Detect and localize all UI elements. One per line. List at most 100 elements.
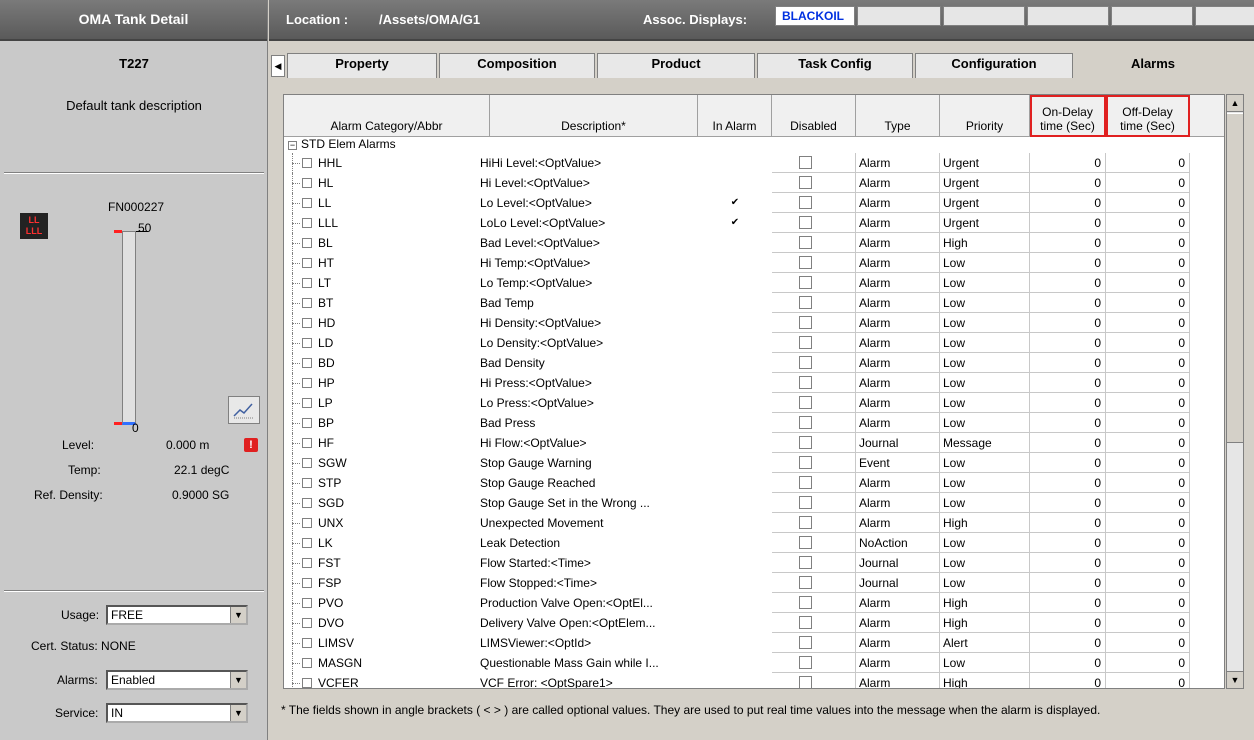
table-row[interactable]: UNX Unexpected Movement Alarm High 0 0 <box>284 513 1224 533</box>
tab-configuration[interactable]: Configuration <box>915 53 1073 78</box>
off-delay-value[interactable]: 0 <box>1106 193 1190 213</box>
table-row[interactable]: BT Bad Temp Alarm Low 0 0 <box>284 293 1224 313</box>
off-delay-value[interactable]: 0 <box>1106 313 1190 333</box>
off-delay-value[interactable]: 0 <box>1106 173 1190 193</box>
table-row[interactable]: SGW Stop Gauge Warning Event Low 0 0 <box>284 453 1224 473</box>
on-delay-value[interactable]: 0 <box>1030 593 1106 613</box>
table-row[interactable]: HL Hi Level:<OptValue> Alarm Urgent 0 0 <box>284 173 1224 193</box>
on-delay-value[interactable]: 0 <box>1030 173 1106 193</box>
tree-node-icon[interactable] <box>302 338 312 348</box>
alarm-type[interactable]: Alarm <box>856 153 940 173</box>
on-delay-value[interactable]: 0 <box>1030 673 1106 688</box>
assoc-display-slot[interactable] <box>1111 6 1193 26</box>
alarm-priority[interactable]: Low <box>940 393 1030 413</box>
disabled-checkbox[interactable] <box>799 296 812 309</box>
on-delay-value[interactable]: 0 <box>1030 153 1106 173</box>
on-delay-value[interactable]: 0 <box>1030 493 1106 513</box>
tree-node-icon[interactable] <box>302 218 312 228</box>
table-row[interactable]: DVO Delivery Valve Open:<OptElem... Alar… <box>284 613 1224 633</box>
alarm-priority[interactable]: High <box>940 593 1030 613</box>
table-row[interactable]: PVO Production Valve Open:<OptEl... Alar… <box>284 593 1224 613</box>
disabled-checkbox[interactable] <box>799 496 812 509</box>
tree-node-icon[interactable] <box>302 318 312 328</box>
tree-node-icon[interactable] <box>302 678 312 688</box>
alarm-type[interactable]: Alarm <box>856 593 940 613</box>
vertical-scrollbar[interactable]: ▲ ▼ <box>1226 94 1244 689</box>
tree-node-icon[interactable] <box>302 178 312 188</box>
off-delay-value[interactable]: 0 <box>1106 413 1190 433</box>
alarm-priority[interactable]: High <box>940 233 1030 253</box>
off-delay-value[interactable]: 0 <box>1106 593 1190 613</box>
disabled-checkbox[interactable] <box>799 356 812 369</box>
alarm-priority[interactable]: Urgent <box>940 193 1030 213</box>
table-row[interactable]: VCFER VCF Error: <OptSpare1> Alarm High … <box>284 673 1224 688</box>
usage-select[interactable]: FREE ▼ <box>106 605 248 625</box>
off-delay-value[interactable]: 0 <box>1106 553 1190 573</box>
off-delay-value[interactable]: 0 <box>1106 533 1190 553</box>
off-delay-value[interactable]: 0 <box>1106 373 1190 393</box>
off-delay-value[interactable]: 0 <box>1106 333 1190 353</box>
tree-node-icon[interactable] <box>302 378 312 388</box>
scroll-down-icon[interactable]: ▼ <box>1227 671 1243 688</box>
alarm-priority[interactable]: Low <box>940 313 1030 333</box>
alarm-type[interactable]: NoAction <box>856 533 940 553</box>
alarm-priority[interactable]: Urgent <box>940 153 1030 173</box>
alarm-type[interactable]: Alarm <box>856 293 940 313</box>
tree-node-icon[interactable] <box>302 158 312 168</box>
on-delay-value[interactable]: 0 <box>1030 213 1106 233</box>
col-disabled[interactable]: Disabled <box>772 95 856 137</box>
tab-task-config[interactable]: Task Config <box>757 53 913 78</box>
disabled-checkbox[interactable] <box>799 216 812 229</box>
disabled-checkbox[interactable] <box>799 156 812 169</box>
alarm-priority[interactable]: Low <box>940 413 1030 433</box>
off-delay-value[interactable]: 0 <box>1106 653 1190 673</box>
tree-node-icon[interactable] <box>302 578 312 588</box>
collapse-icon[interactable]: − <box>288 141 297 150</box>
col-description[interactable]: Description* <box>490 95 698 137</box>
on-delay-value[interactable]: 0 <box>1030 333 1106 353</box>
off-delay-value[interactable]: 0 <box>1106 253 1190 273</box>
tab-composition[interactable]: Composition <box>439 53 595 78</box>
table-row[interactable]: LLL LoLo Level:<OptValue> ✔ Alarm Urgent… <box>284 213 1224 233</box>
alarm-type[interactable]: Alarm <box>856 193 940 213</box>
disabled-checkbox[interactable] <box>799 436 812 449</box>
alarm-priority[interactable]: High <box>940 513 1030 533</box>
alarm-priority[interactable]: Low <box>940 293 1030 313</box>
table-row[interactable]: LIMSV LIMSViewer:<OptId> Alarm Alert 0 0 <box>284 633 1224 653</box>
alarm-priority[interactable]: Alert <box>940 633 1030 653</box>
tree-node-icon[interactable] <box>302 398 312 408</box>
off-delay-value[interactable]: 0 <box>1106 393 1190 413</box>
off-delay-value[interactable]: 0 <box>1106 513 1190 533</box>
disabled-checkbox[interactable] <box>799 556 812 569</box>
on-delay-value[interactable]: 0 <box>1030 353 1106 373</box>
alarm-priority[interactable]: Low <box>940 353 1030 373</box>
alarm-type[interactable]: Journal <box>856 573 940 593</box>
tree-node-icon[interactable] <box>302 298 312 308</box>
alarm-type[interactable]: Event <box>856 453 940 473</box>
alarm-priority[interactable]: Low <box>940 653 1030 673</box>
col-on-delay[interactable]: On-Delay time (Sec) <box>1030 95 1106 137</box>
off-delay-value[interactable]: 0 <box>1106 613 1190 633</box>
alarm-type[interactable]: Alarm <box>856 233 940 253</box>
table-row[interactable]: BL Bad Level:<OptValue> Alarm High 0 0 <box>284 233 1224 253</box>
alarm-type[interactable]: Alarm <box>856 473 940 493</box>
on-delay-value[interactable]: 0 <box>1030 293 1106 313</box>
tree-node-icon[interactable] <box>302 258 312 268</box>
table-row[interactable]: LL Lo Level:<OptValue> ✔ Alarm Urgent 0 … <box>284 193 1224 213</box>
tree-node-icon[interactable] <box>302 638 312 648</box>
table-row[interactable]: SGD Stop Gauge Set in the Wrong ... Alar… <box>284 493 1224 513</box>
on-delay-value[interactable]: 0 <box>1030 273 1106 293</box>
table-row[interactable]: HP Hi Press:<OptValue> Alarm Low 0 0 <box>284 373 1224 393</box>
tree-node-icon[interactable] <box>302 598 312 608</box>
off-delay-value[interactable]: 0 <box>1106 453 1190 473</box>
alarm-type[interactable]: Alarm <box>856 653 940 673</box>
table-row[interactable]: BD Bad Density Alarm Low 0 0 <box>284 353 1224 373</box>
on-delay-value[interactable]: 0 <box>1030 573 1106 593</box>
alarm-type[interactable]: Alarm <box>856 513 940 533</box>
off-delay-value[interactable]: 0 <box>1106 493 1190 513</box>
off-delay-value[interactable]: 0 <box>1106 673 1190 688</box>
alarm-type[interactable]: Alarm <box>856 353 940 373</box>
table-row[interactable]: FST Flow Started:<Time> Journal Low 0 0 <box>284 553 1224 573</box>
assoc-display-slot[interactable] <box>857 6 941 26</box>
tree-node-icon[interactable] <box>302 498 312 508</box>
